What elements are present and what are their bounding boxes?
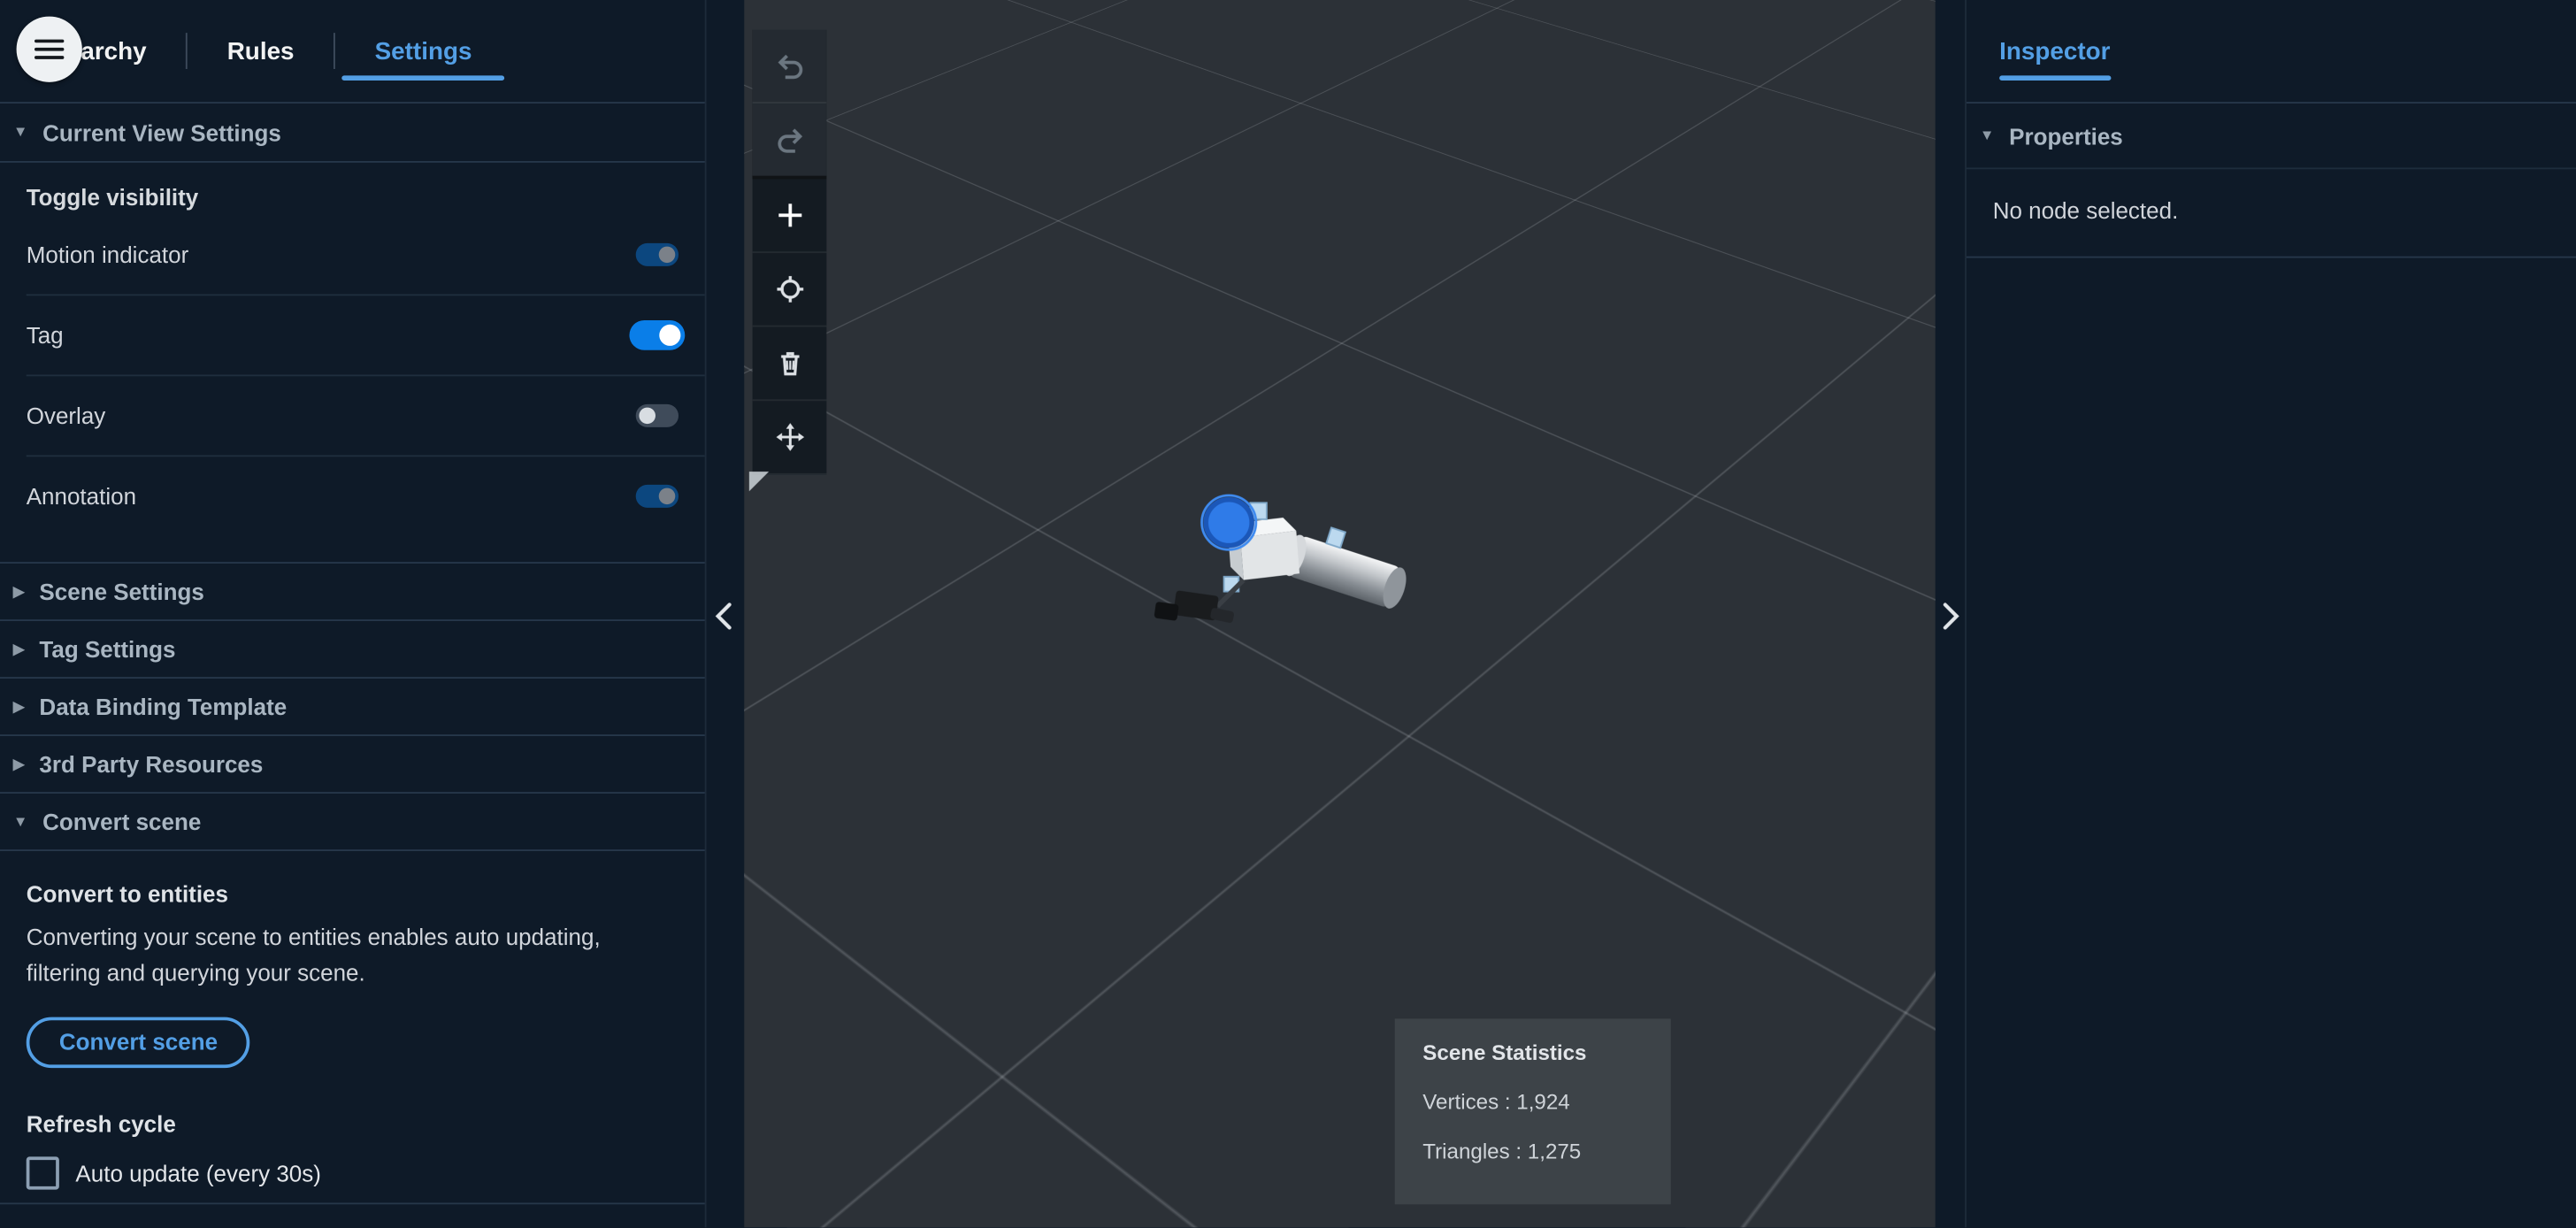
hamburger-icon <box>34 39 65 59</box>
no-node-selected-message: No node selected. <box>1966 169 2576 258</box>
toggle-knob <box>659 324 681 346</box>
section-data-binding-template[interactable]: ▶ Data Binding Template <box>0 677 705 734</box>
motor-cylinder <box>1283 526 1407 609</box>
section-title: Properties <box>2009 122 2123 150</box>
navigate-button[interactable] <box>752 401 827 475</box>
motion-indicator-toggle[interactable] <box>635 242 678 266</box>
caret-down-icon: ▼ <box>12 812 28 829</box>
left-panel-header: Hierarchy Rules Settings <box>0 0 705 104</box>
toggle-visibility-title: Toggle visibility <box>26 184 199 211</box>
toolbar-resize-notch[interactable] <box>748 472 770 492</box>
redo-icon <box>777 128 802 153</box>
toggle-rows: Motion indicator Tag Overlay Annotation <box>26 215 705 535</box>
tab-settings[interactable]: Settings <box>335 37 511 81</box>
toggle-knob <box>639 407 656 425</box>
section-3rd-party-resources[interactable]: ▶ 3rd Party Resources <box>0 734 705 792</box>
scene-statistics-panel: Scene Statistics Vertices : 1,924 Triang… <box>1394 1018 1671 1205</box>
section-title: Current View Settings <box>42 119 281 146</box>
convert-scene-button[interactable]: Convert scene <box>26 1017 251 1069</box>
move-arrows-icon <box>775 423 804 451</box>
section-scene-settings[interactable]: ▶ Scene Settings <box>0 562 705 619</box>
tab-inspector[interactable]: Inspector <box>1999 37 2111 81</box>
section-title: 3rd Party Resources <box>39 750 264 778</box>
anchor-target-icon <box>776 275 803 303</box>
menu-button[interactable] <box>16 16 82 82</box>
redo-button[interactable] <box>752 104 827 180</box>
toggle-label: Overlay <box>26 403 106 429</box>
ground-grid <box>744 0 1936 863</box>
trash-icon <box>780 352 799 376</box>
section-properties[interactable]: ▼ Properties <box>1966 104 2576 170</box>
toggle-visibility-block: Toggle visibility Motion indicator Tag O… <box>0 184 705 535</box>
undo-icon <box>777 54 802 80</box>
collapsed-sections: ▶ Scene Settings ▶ Tag Settings ▶ Data B… <box>0 562 705 851</box>
inspector-panel: Inspector ▼ Properties No node selected. <box>1965 0 2576 1228</box>
auto-update-label: Auto update (every 30s) <box>75 1160 321 1187</box>
toggle-row-motion-indicator: Motion indicator <box>26 215 705 296</box>
caret-right-icon: ▶ <box>12 755 25 771</box>
section-title: Scene Settings <box>39 578 204 605</box>
toggle-row-annotation: Annotation <box>27 457 705 535</box>
tag-toggle[interactable] <box>629 319 686 350</box>
toggle-label: Tag <box>26 322 64 349</box>
section-title: Data Binding Template <box>39 693 288 720</box>
scene-statistics-title: Scene Statistics <box>1422 1040 1587 1065</box>
convert-description: Converting your scene to entities enable… <box>26 923 601 986</box>
section-current-view-settings[interactable]: ▼ Current View Settings <box>0 104 705 163</box>
toggle-row-overlay: Overlay <box>26 376 705 457</box>
plus-icon <box>778 203 801 227</box>
annotation-toggle[interactable] <box>635 484 678 508</box>
caret-down-icon: ▼ <box>1979 127 1995 143</box>
undo-button[interactable] <box>752 29 827 104</box>
chevron-right-icon <box>1942 602 1959 630</box>
mixer-model <box>1154 494 1407 623</box>
toggle-knob <box>658 246 676 264</box>
tag-anchor[interactable] <box>1200 494 1258 551</box>
toggle-knob <box>658 487 676 505</box>
auto-update-checkbox[interactable] <box>26 1157 59 1191</box>
toggle-row-tag: Tag <box>26 295 705 377</box>
viewport-toolbar <box>748 29 827 492</box>
convert-scene-body: Convert to entities Converting your scen… <box>0 880 705 1191</box>
triangles-stat: Triangles : 1,275 <box>1422 1139 1582 1163</box>
scene-composer-app: Hierarchy Rules Settings ▼ Current View … <box>0 0 2576 1228</box>
caret-right-icon: ▶ <box>12 640 25 656</box>
section-title: Tag Settings <box>39 635 176 663</box>
toggle-label: Annotation <box>26 483 137 510</box>
delete-button[interactable] <box>752 327 827 402</box>
inspector-header: Inspector <box>1966 0 2576 104</box>
refresh-cycle-heading: Refresh cycle <box>26 1111 176 1138</box>
section-convert-scene[interactable]: ▼ Convert scene <box>0 792 705 851</box>
overlay-toggle[interactable] <box>635 403 678 427</box>
left-panel: Hierarchy Rules Settings ▼ Current View … <box>0 0 707 1228</box>
section-tag-settings[interactable]: ▶ Tag Settings <box>0 619 705 677</box>
convert-to-entities-heading: Convert to entities <box>26 880 228 908</box>
add-object-button[interactable] <box>752 179 827 253</box>
caret-down-icon: ▼ <box>12 123 28 140</box>
anchor-button[interactable] <box>752 253 827 327</box>
collapse-right-panel-handle[interactable] <box>1937 598 1964 634</box>
section-title: Convert scene <box>42 808 202 835</box>
caret-right-icon: ▶ <box>12 697 25 714</box>
collapse-left-panel-handle[interactable] <box>709 598 736 634</box>
vertices-stat: Vertices : 1,924 <box>1422 1089 1570 1115</box>
toggle-label: Motion indicator <box>26 242 189 268</box>
caret-right-icon: ▶ <box>12 582 25 599</box>
3d-viewport[interactable]: Scene Statistics Vertices : 1,924 Triang… <box>744 0 1936 1228</box>
auto-update-row: Auto update (every 30s) <box>26 1157 678 1191</box>
chevron-left-icon <box>714 602 731 630</box>
tab-rules[interactable]: Rules <box>188 37 334 65</box>
